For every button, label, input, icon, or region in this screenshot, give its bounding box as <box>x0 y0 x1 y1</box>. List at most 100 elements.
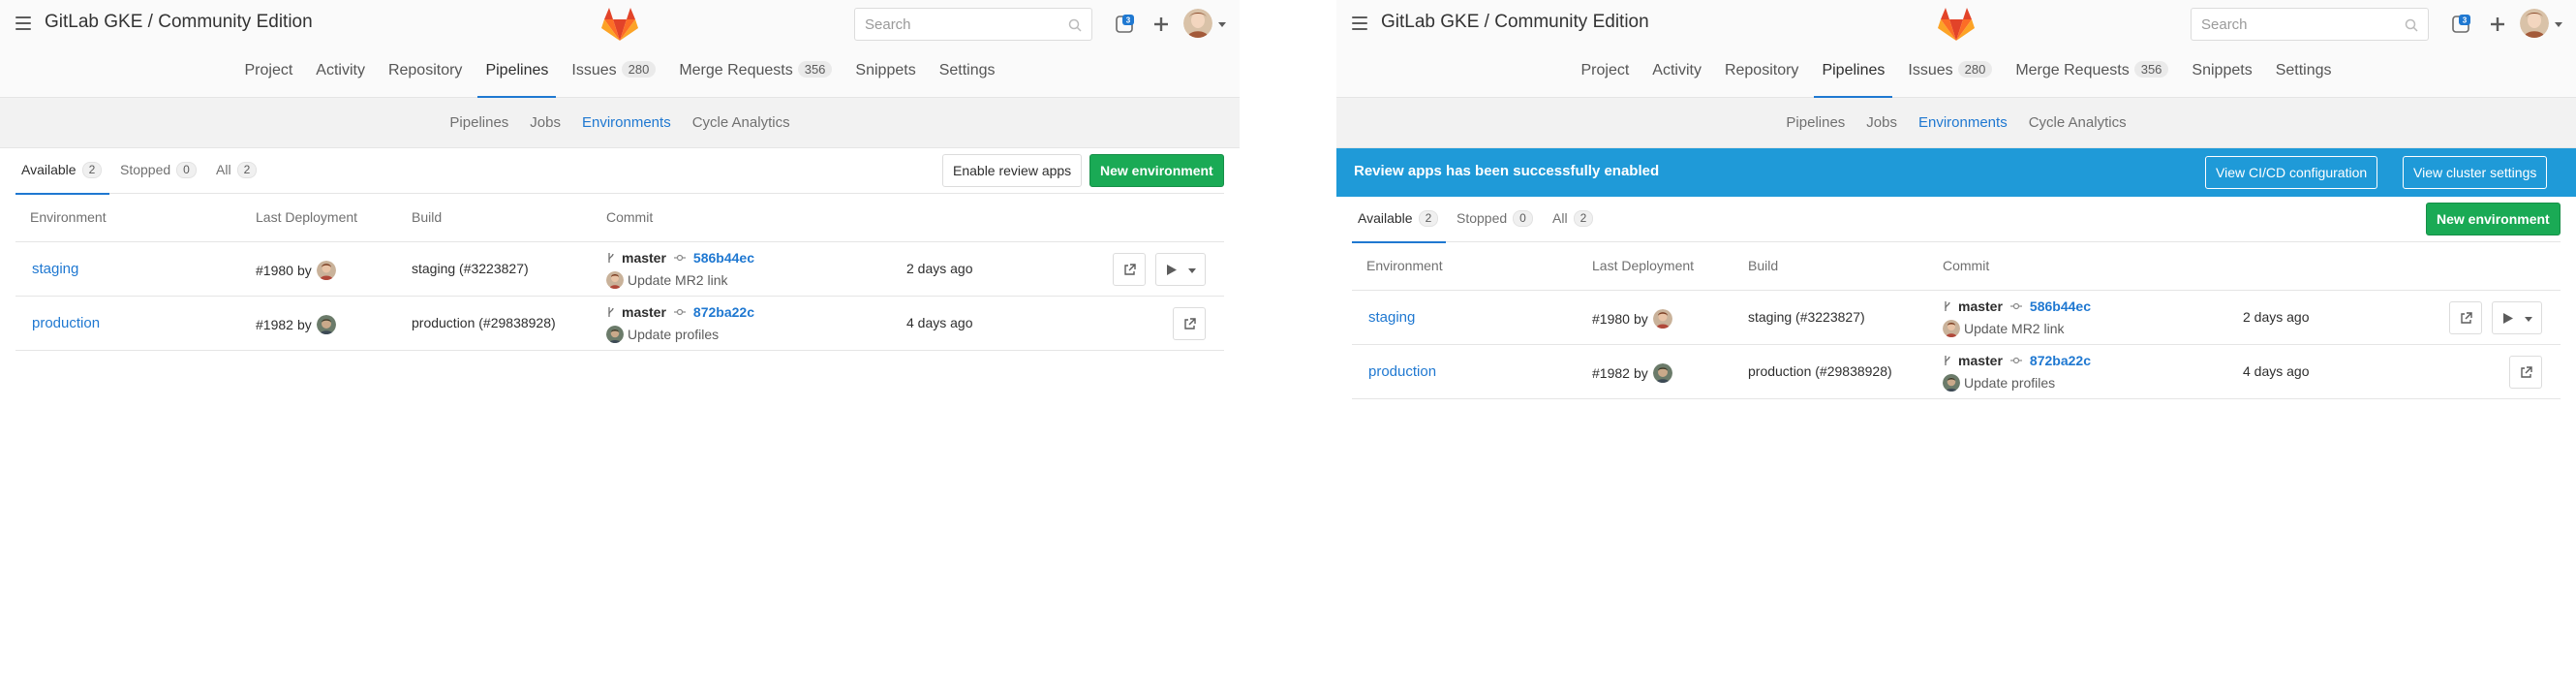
build-link[interactable]: staging (#3223827) <box>1748 309 1865 325</box>
nav-merge-requests[interactable]: Merge Requests 356 <box>2004 48 2180 98</box>
hamburger-icon[interactable] <box>1352 16 1367 30</box>
commit-title-line: Update MR2 link <box>1943 320 2065 337</box>
tab-available[interactable]: Available 2 <box>1351 197 1447 243</box>
search-input[interactable] <box>855 9 1058 40</box>
header-environment: Environment <box>1366 258 1443 273</box>
branch-ref-link[interactable]: master <box>1958 298 2003 314</box>
external-link-icon <box>1124 264 1136 275</box>
nav-settings[interactable]: Settings <box>2264 48 2344 98</box>
merge-requests-count-badge: 356 <box>2133 61 2169 78</box>
subnav-jobs[interactable]: Jobs <box>519 98 571 147</box>
environment-link-staging[interactable]: staging <box>1368 309 1415 326</box>
nav-activity[interactable]: Activity <box>1641 48 1713 98</box>
avatar[interactable] <box>1652 309 1672 329</box>
commit-title-link[interactable]: Update profiles <box>1964 375 2055 391</box>
commit-ref-line: master 872ba22c <box>606 304 754 320</box>
header-commit: Commit <box>1943 258 1990 273</box>
commit-sha-link[interactable]: 586b44ec <box>2030 298 2091 314</box>
open-live-environment-button[interactable] <box>1173 307 1206 340</box>
subnav-pipelines[interactable]: Pipelines <box>439 98 519 147</box>
nav-merge-requests[interactable]: Merge Requests 356 <box>667 48 843 98</box>
build-link[interactable]: production (#29838928) <box>412 315 556 330</box>
environment-link-production[interactable]: production <box>1368 363 1436 380</box>
commit-title-link[interactable]: Update MR2 link <box>1964 321 2065 336</box>
subnav-pipelines[interactable]: Pipelines <box>1775 98 1855 147</box>
nav-issues[interactable]: Issues 280 <box>560 48 667 98</box>
build-link[interactable]: production (#29838928) <box>1748 363 1892 379</box>
commit-icon <box>2009 302 2022 310</box>
avatar[interactable] <box>1652 363 1672 383</box>
branch-icon <box>608 307 614 317</box>
commit-title-link[interactable]: Update profiles <box>628 327 719 342</box>
nav-snippets[interactable]: Snippets <box>2180 48 2263 98</box>
play-icon <box>1167 265 1177 275</box>
view-ci-cd-configuration-button[interactable]: View CI/CD configuration <box>2205 156 2378 189</box>
commit-sha-link[interactable]: 586b44ec <box>693 250 754 266</box>
environment-link-production[interactable]: production <box>32 315 100 331</box>
todos-icon[interactable]: 3 <box>2450 14 2471 35</box>
enable-review-apps-button[interactable]: Enable review apps <box>942 154 1083 187</box>
nav-repository[interactable]: Repository <box>377 48 474 98</box>
avatar[interactable] <box>316 315 336 334</box>
header-environment: Environment <box>30 209 107 225</box>
nav-project[interactable]: Project <box>232 48 304 98</box>
tab-available[interactable]: Available 2 <box>15 148 110 195</box>
tab-stopped[interactable]: Stopped 0 <box>120 148 197 194</box>
nav-snippets[interactable]: Snippets <box>843 48 927 98</box>
view-cluster-settings-button[interactable]: View cluster settings <box>2403 156 2548 189</box>
nav-activity[interactable]: Activity <box>304 48 377 98</box>
deployed-time: 2 days ago <box>906 261 973 276</box>
all-count-badge: 2 <box>1573 210 1594 227</box>
svg-text:3: 3 <box>2463 16 2468 25</box>
nav-project[interactable]: Project <box>1569 48 1641 98</box>
branch-ref-link[interactable]: master <box>1958 353 2003 368</box>
nav-issues[interactable]: Issues 280 <box>1896 48 2004 98</box>
commit-ref-line: master 586b44ec <box>606 250 754 266</box>
avatar <box>1943 374 1960 392</box>
branch-ref-link[interactable]: master <box>622 304 666 320</box>
avatar[interactable] <box>316 261 336 280</box>
tab-all[interactable]: All 2 <box>216 148 258 194</box>
tab-stopped[interactable]: Stopped 0 <box>1457 197 1533 242</box>
open-live-environment-button[interactable] <box>1113 253 1146 286</box>
manual-actions-dropdown[interactable] <box>2492 301 2542 334</box>
commit-sha-link[interactable]: 872ba22c <box>2030 353 2091 368</box>
todos-icon[interactable]: 3 <box>1114 14 1135 35</box>
search-input[interactable] <box>2192 9 2395 40</box>
commit-title-link[interactable]: Update MR2 link <box>628 272 728 288</box>
deployment-cell: #1982 by <box>1592 363 1672 383</box>
open-live-environment-button[interactable] <box>2509 356 2542 389</box>
subnav-cycle-analytics[interactable]: Cycle Analytics <box>682 98 801 147</box>
open-live-environment-button[interactable] <box>2449 301 2482 334</box>
gitlab-logo-icon[interactable] <box>1937 6 1976 43</box>
new-environment-button[interactable]: New environment <box>1089 154 1224 187</box>
environment-link-staging[interactable]: staging <box>32 261 78 277</box>
hamburger-icon[interactable] <box>15 16 31 30</box>
subnav-cycle-analytics[interactable]: Cycle Analytics <box>2018 98 2137 147</box>
build-link[interactable]: staging (#3223827) <box>412 261 529 276</box>
manual-actions-dropdown[interactable] <box>1155 253 1206 286</box>
nav-pipelines[interactable]: Pipelines <box>1810 48 1896 98</box>
user-avatar-menu[interactable] <box>2520 9 2564 40</box>
search-box[interactable] <box>854 8 1092 41</box>
plus-icon[interactable] <box>1150 14 1172 35</box>
nav-pipelines[interactable]: Pipelines <box>474 48 560 98</box>
commit-sha-link[interactable]: 872ba22c <box>693 304 754 320</box>
nav-settings[interactable]: Settings <box>928 48 1007 98</box>
deployed-time: 4 days ago <box>2243 363 2310 379</box>
subnav-environments[interactable]: Environments <box>1908 98 2018 147</box>
gitlab-logo-icon[interactable] <box>600 6 639 43</box>
nav-repository[interactable]: Repository <box>1713 48 1810 98</box>
subnav-jobs[interactable]: Jobs <box>1855 98 1908 147</box>
subnav-environments[interactable]: Environments <box>571 98 682 147</box>
header-last-deployment: Last Deployment <box>1592 258 1695 273</box>
commit-icon <box>673 308 686 316</box>
branch-ref-link[interactable]: master <box>622 250 666 266</box>
new-environment-button[interactable]: New environment <box>2426 203 2561 235</box>
user-avatar-menu[interactable] <box>1183 9 1228 40</box>
external-link-icon <box>1184 318 1196 329</box>
tab-all[interactable]: All 2 <box>1552 197 1594 242</box>
plus-icon[interactable] <box>2487 14 2508 35</box>
search-box[interactable] <box>2191 8 2429 41</box>
top-navbar: GitLab GKE / Community Edition 3 <box>0 0 1240 48</box>
